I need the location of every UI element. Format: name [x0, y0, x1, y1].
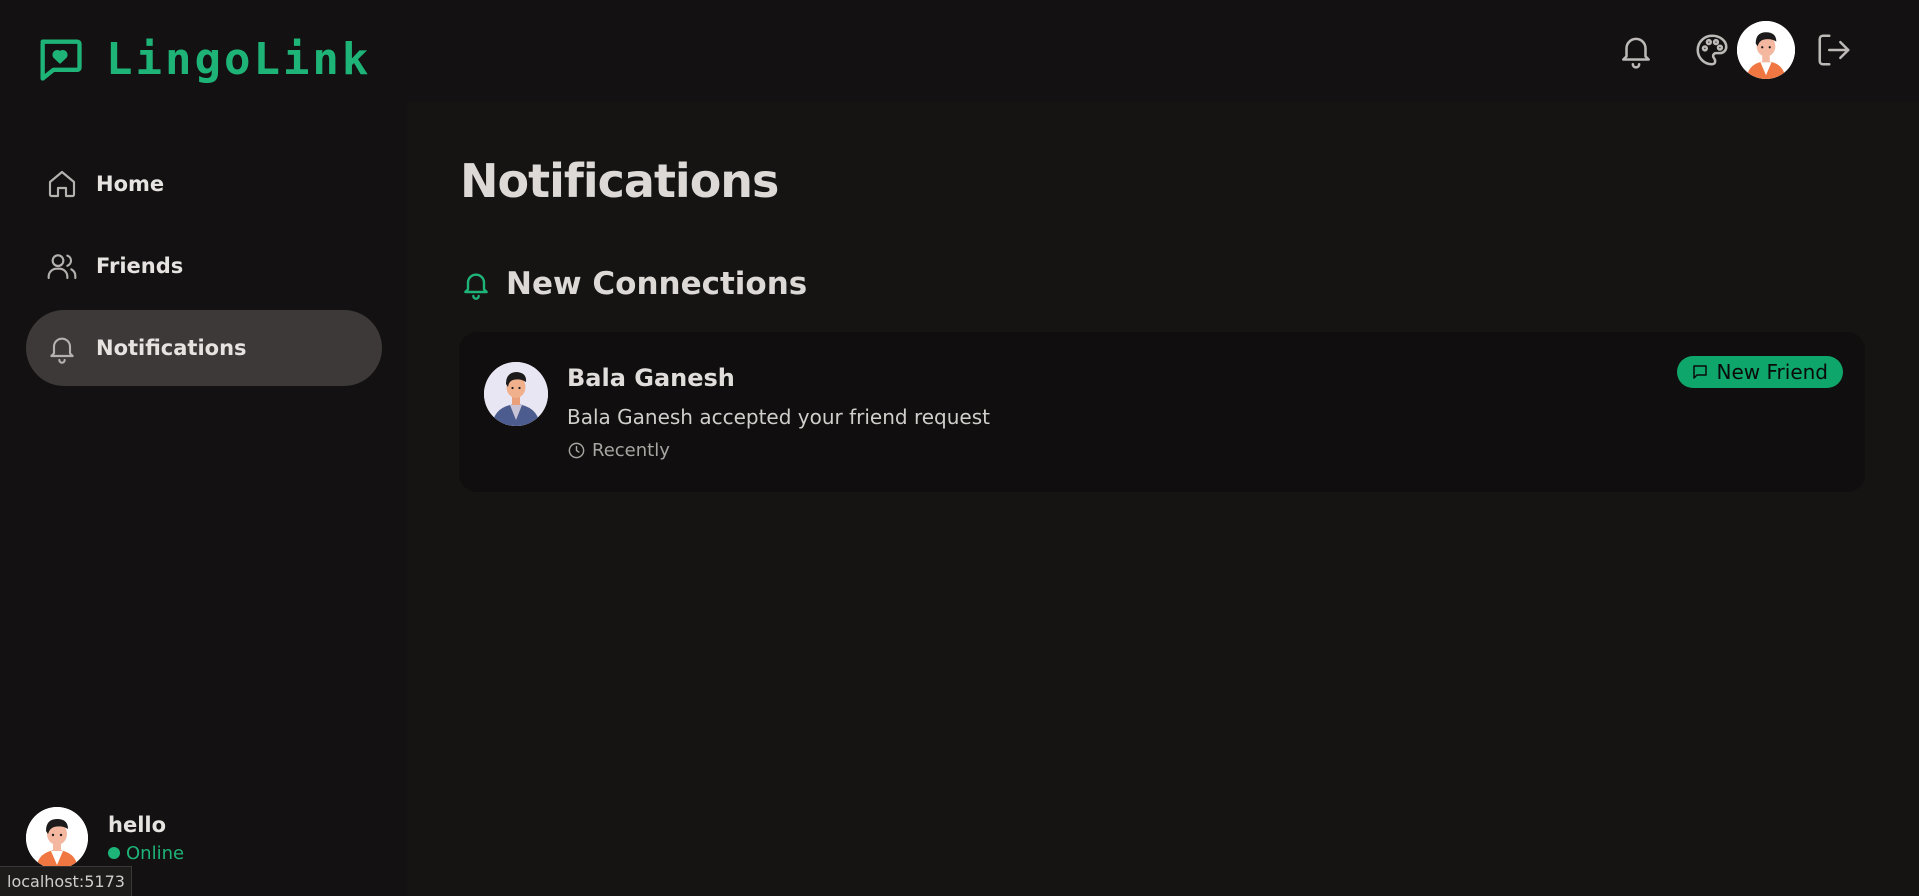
- notification-time-label: Recently: [592, 440, 670, 461]
- bell-icon: [464, 273, 488, 300]
- avatar: [26, 807, 88, 869]
- notification-card: Bala Ganesh Bala Ganesh accepted your fr…: [459, 332, 1865, 492]
- notification-time: Recently: [567, 440, 670, 461]
- main-content: Notifications New Connections Bala Ganes…: [407, 102, 1919, 896]
- page-title: Notifications: [460, 154, 779, 208]
- user-name: hello: [108, 812, 167, 837]
- sidebar-user: hello Online: [26, 806, 184, 870]
- sidebar-nav: Home Friends Notifications: [26, 146, 382, 392]
- sidebar-item-label: Notifications: [96, 336, 247, 360]
- status-badge: Online: [108, 843, 184, 864]
- clock-icon: [568, 442, 585, 459]
- message-icon: [1692, 365, 1707, 379]
- new-friend-badge: New Friend: [1676, 356, 1843, 388]
- bell-icon: [50, 337, 74, 364]
- avatar-illustration: [484, 362, 548, 426]
- avatar-illustration: [26, 807, 88, 869]
- bell-icon[interactable]: [1617, 31, 1655, 69]
- sidebar-item-label: Friends: [96, 254, 184, 278]
- status-dot: [108, 847, 120, 859]
- users-icon: [47, 254, 77, 280]
- palette-icon[interactable]: [1693, 31, 1731, 69]
- sidebar-item-friends[interactable]: Friends: [26, 228, 382, 304]
- chat-heart-icon: [40, 39, 82, 81]
- sidebar-item-label: Home: [96, 172, 165, 196]
- avatar[interactable]: [1737, 21, 1795, 79]
- home-icon: [48, 170, 76, 198]
- app-logo[interactable]: LingoLink: [34, 33, 371, 85]
- section-header: New Connections: [460, 264, 807, 304]
- app-name: LingoLink: [106, 33, 372, 85]
- sidebar: LingoLink Home Friends Notifications hel…: [0, 0, 407, 896]
- sidebar-item-notifications[interactable]: Notifications: [26, 310, 382, 386]
- avatar[interactable]: [484, 362, 548, 426]
- notification-sender: Bala Ganesh: [567, 364, 735, 392]
- notification-message: Bala Ganesh accepted your friend request: [567, 405, 990, 429]
- avatar-illustration: [1737, 21, 1795, 79]
- section-title: New Connections: [506, 266, 808, 302]
- logout-icon[interactable]: [1815, 31, 1853, 69]
- sidebar-item-home[interactable]: Home: [26, 146, 382, 222]
- status-label: Online: [126, 842, 185, 864]
- top-actions: [1617, 21, 1853, 79]
- badge-label: New Friend: [1716, 360, 1828, 384]
- link-preview-tooltip: localhost:5173: [0, 866, 132, 896]
